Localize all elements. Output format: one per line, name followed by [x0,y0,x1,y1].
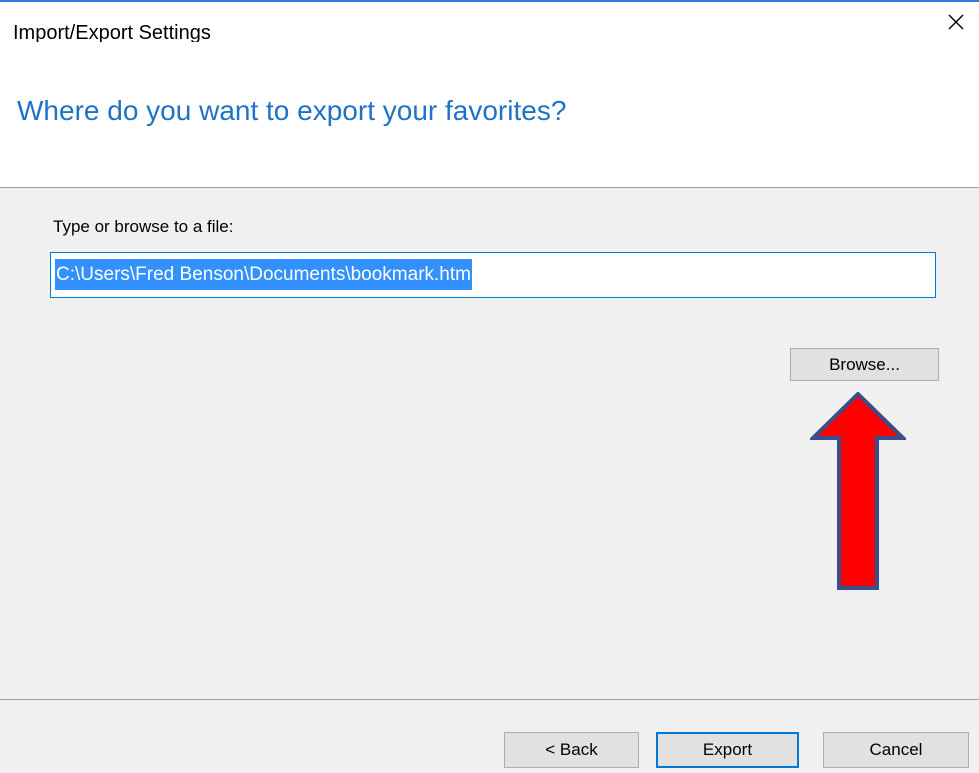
path-field-label: Type or browse to a file: [53,217,234,236]
close-button[interactable] [933,2,979,42]
page-title: Where do you want to export your favorit… [17,95,567,126]
header-band: Where do you want to export your favorit… [0,42,979,188]
path-input-value: C:\Users\Fred Benson\Documents\bookmark.… [55,259,472,290]
close-icon [948,14,964,30]
window-title: Import/Export Settings [13,22,211,44]
back-button[interactable]: < Back [504,732,639,768]
path-input[interactable]: C:\Users\Fred Benson\Documents\bookmark.… [50,252,936,298]
cancel-button[interactable]: Cancel [823,732,969,768]
footer-divider [0,699,979,700]
export-button[interactable]: Export [656,732,799,768]
browse-button[interactable]: Browse... [790,348,939,381]
dialog-window: Import/Export Settings Where do you want… [0,0,979,773]
title-bar: Import/Export Settings [0,2,979,44]
up-arrow-annotation [810,392,906,590]
